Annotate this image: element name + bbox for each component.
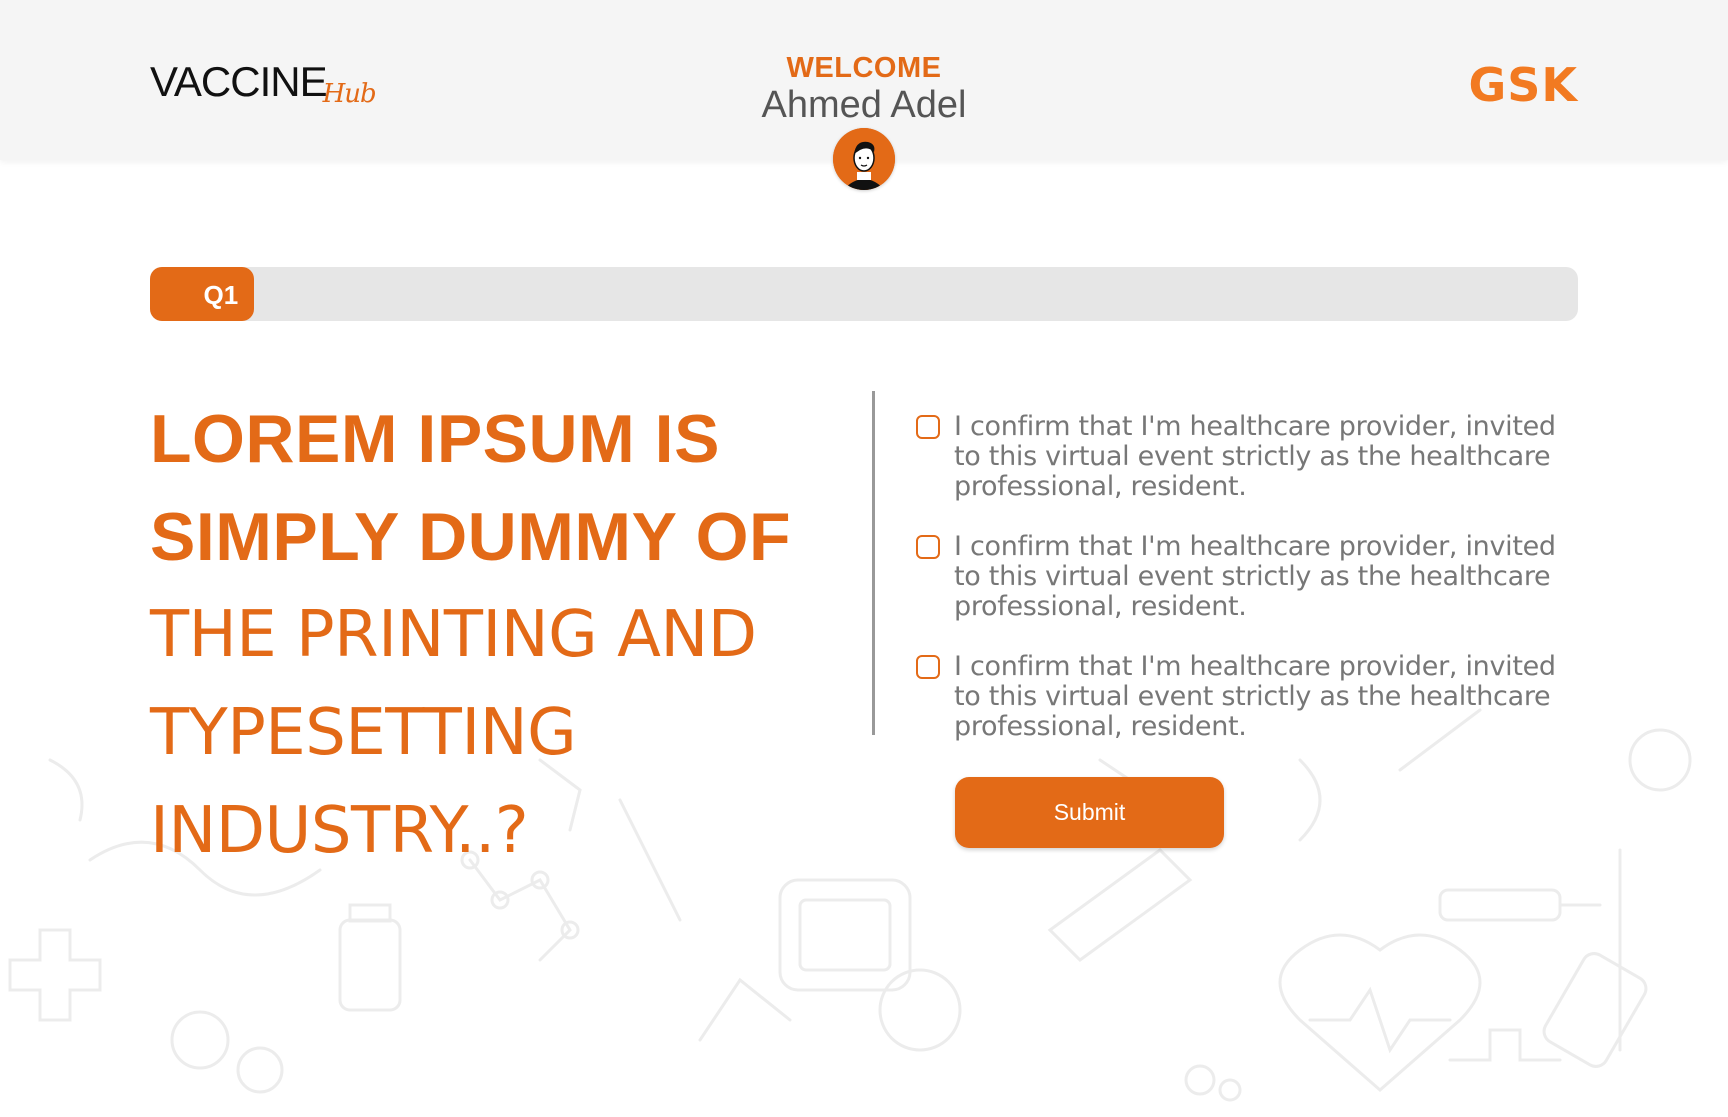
answer-options: I confirm that I'm healthcare provider, … — [916, 412, 1576, 772]
question-line-1: LOREM IPSUM IS — [150, 401, 720, 477]
answer-option-1[interactable]: I confirm that I'm healthcare provider, … — [916, 412, 1576, 502]
question-progress-bar: Q1 — [150, 267, 1578, 321]
question-line-2: SIMPLY DUMMY OF — [150, 499, 792, 575]
question-line-4: TYPESETTING — [150, 696, 577, 770]
progress-label: Q1 — [203, 280, 239, 310]
gsk-logo[interactable]: GSK — [1468, 58, 1578, 112]
answer-option-text: I confirm that I'm healthcare provider, … — [954, 411, 1556, 502]
checkbox-icon[interactable] — [916, 535, 940, 559]
checkbox-icon[interactable] — [916, 415, 940, 439]
answer-option-text: I confirm that I'm healthcare provider, … — [954, 651, 1556, 742]
answer-option-text: I confirm that I'm healthcare provider, … — [954, 531, 1556, 622]
question-heading: LOREM IPSUM IS SIMPLY DUMMY OF THE PRINT… — [150, 390, 850, 880]
user-avatar-icon[interactable] — [833, 128, 895, 190]
checkbox-icon[interactable] — [916, 655, 940, 679]
progress-fill: Q1 — [150, 267, 255, 321]
answer-option-3[interactable]: I confirm that I'm healthcare provider, … — [916, 652, 1576, 742]
quiz-page: VACCINEHub WELCOME Ahmed Adel GSK Q1 LOR… — [0, 0, 1728, 1117]
question-line-5: INDUSTRY..? — [150, 794, 529, 868]
submit-button[interactable]: Submit — [955, 777, 1224, 848]
answer-option-2[interactable]: I confirm that I'm healthcare provider, … — [916, 532, 1576, 622]
avatar-illustration — [833, 128, 895, 190]
vertical-divider — [872, 391, 875, 735]
question-line-3: THE PRINTING AND — [150, 598, 757, 672]
